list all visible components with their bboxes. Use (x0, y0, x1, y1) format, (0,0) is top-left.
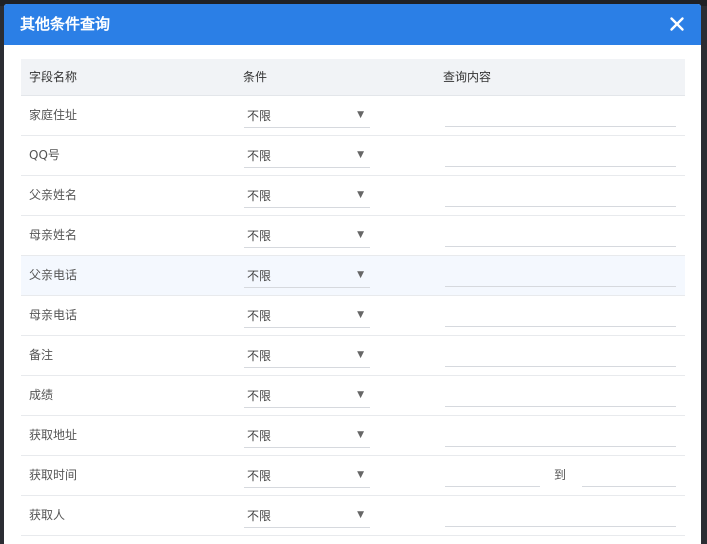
table-row: 母亲姓名 不限 ▼ (21, 216, 685, 256)
dialog-title: 其他条件查询 (20, 15, 111, 33)
field-label: 获取人 (29, 508, 66, 522)
table-header: 字段名称 条件 查询内容 (21, 59, 685, 96)
dialog-header: 其他条件查询 (4, 4, 701, 45)
condition-select[interactable]: 不限 ▼ (244, 145, 370, 168)
field-label: QQ号 (29, 148, 60, 162)
table-row: 获取人 不限 ▼ (21, 496, 685, 536)
condition-select[interactable]: 不限 ▼ (244, 385, 370, 408)
condition-select-value: 不限 (247, 429, 272, 443)
query-content-input[interactable] (445, 426, 676, 447)
condition-select-value: 不限 (247, 269, 272, 283)
field-label: 获取地址 (29, 428, 78, 442)
caret-down-icon: ▼ (357, 510, 364, 520)
query-content-input[interactable] (445, 226, 676, 247)
range-to-input[interactable] (582, 466, 676, 487)
table-row: 父亲姓名 不限 ▼ (21, 176, 685, 216)
condition-select[interactable]: 不限 ▼ (244, 105, 370, 128)
query-content-input[interactable] (445, 386, 676, 407)
condition-select[interactable]: 不限 ▼ (244, 185, 370, 208)
caret-down-icon: ▼ (357, 430, 364, 440)
caret-down-icon: ▼ (357, 110, 364, 120)
condition-select[interactable]: 不限 ▼ (244, 345, 370, 368)
field-label: 父亲姓名 (29, 188, 78, 202)
field-label: 成绩 (29, 388, 54, 402)
table-row: 获取地址 不限 ▼ (21, 416, 685, 456)
close-icon (670, 17, 684, 31)
caret-down-icon: ▼ (357, 310, 364, 320)
field-label: 母亲电话 (29, 308, 78, 322)
query-content-input[interactable] (445, 266, 676, 287)
condition-select[interactable]: 不限 ▼ (244, 225, 370, 248)
query-content-input[interactable] (445, 506, 676, 527)
caret-down-icon: ▼ (357, 390, 364, 400)
query-dialog: 其他条件查询 字段名称 条件 查询内容 家庭住址 不限 ▼ QQ号 不限 ▼ 父亲姓名 不限 ▼… (4, 4, 701, 544)
table-row: 母亲电话 不限 ▼ (21, 296, 685, 336)
caret-down-icon: ▼ (357, 470, 364, 480)
range-separator: 到 (554, 468, 567, 482)
caret-down-icon: ▼ (357, 230, 364, 240)
table-row: 父亲电话 不限 ▼ (21, 256, 685, 296)
query-content-input[interactable] (445, 306, 676, 327)
conditions-table: 字段名称 条件 查询内容 家庭住址 不限 ▼ QQ号 不限 ▼ 父亲姓名 不限 ▼ 母亲姓名 不限 ▼… (21, 59, 685, 536)
caret-down-icon: ▼ (357, 350, 364, 360)
header-field-name: 字段名称 (29, 70, 78, 84)
condition-select-value: 不限 (247, 229, 272, 243)
query-content-input[interactable] (445, 346, 676, 367)
caret-down-icon: ▼ (357, 150, 364, 160)
range-from-input[interactable] (445, 466, 540, 487)
condition-select-value: 不限 (247, 349, 272, 363)
caret-down-icon: ▼ (357, 270, 364, 280)
condition-select-value: 不限 (247, 189, 272, 203)
condition-select-value: 不限 (247, 389, 272, 403)
table-row: 家庭住址 不限 ▼ (21, 96, 685, 136)
condition-select[interactable]: 不限 ▼ (244, 265, 370, 288)
condition-select-value: 不限 (247, 509, 272, 523)
condition-select[interactable]: 不限 ▼ (244, 465, 370, 488)
field-label: 父亲电话 (29, 268, 78, 282)
condition-select-value: 不限 (247, 309, 272, 323)
close-button[interactable] (667, 14, 687, 34)
condition-select[interactable]: 不限 ▼ (244, 305, 370, 328)
field-label: 备注 (29, 348, 54, 362)
condition-select[interactable]: 不限 ▼ (244, 425, 370, 448)
caret-down-icon: ▼ (357, 190, 364, 200)
field-label: 家庭住址 (29, 108, 78, 122)
condition-select-value: 不限 (247, 149, 272, 163)
header-condition: 条件 (243, 70, 268, 84)
table-row: 备注 不限 ▼ (21, 336, 685, 376)
field-label: 母亲姓名 (29, 228, 78, 242)
table-row: QQ号 不限 ▼ (21, 136, 685, 176)
field-label: 获取时间 (29, 468, 78, 482)
condition-select[interactable]: 不限 ▼ (244, 505, 370, 528)
query-content-input[interactable] (445, 106, 676, 127)
table-row: 获取时间 不限 ▼ 到 (21, 456, 685, 496)
table-body: 家庭住址 不限 ▼ QQ号 不限 ▼ 父亲姓名 不限 ▼ 母亲姓名 不限 ▼ 父亲电话 不限 ▼ 母亲电话 不限… (21, 96, 685, 536)
query-content-input[interactable] (445, 146, 676, 167)
query-content-input[interactable] (445, 186, 676, 207)
condition-select-value: 不限 (247, 109, 272, 123)
table-row: 成绩 不限 ▼ (21, 376, 685, 416)
header-query-content: 查询内容 (443, 70, 492, 84)
condition-select-value: 不限 (247, 469, 272, 483)
